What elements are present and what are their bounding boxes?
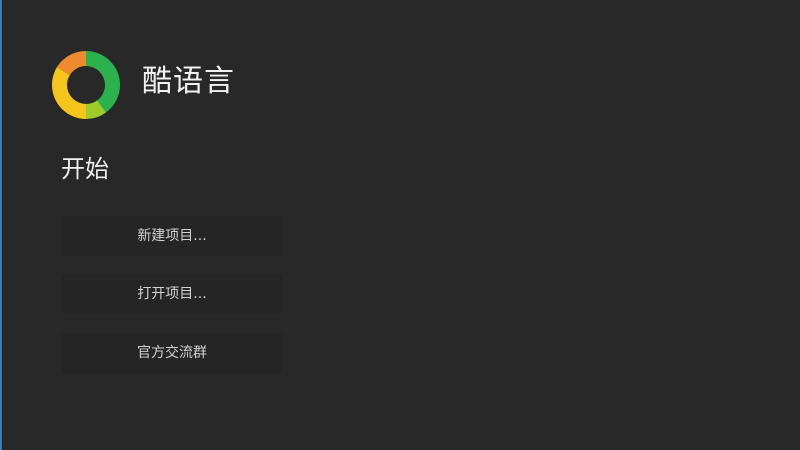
- ring-logo-icon: [51, 50, 120, 119]
- app-title: 酷语言: [142, 64, 235, 99]
- start-heading: 开始: [61, 155, 109, 183]
- new-project-button[interactable]: 新建项目...: [61, 216, 283, 256]
- open-project-button[interactable]: 打开项目...: [61, 274, 283, 314]
- official-group-button[interactable]: 官方交流群: [61, 333, 283, 373]
- window-left-edge-shadow: [2, 0, 3, 450]
